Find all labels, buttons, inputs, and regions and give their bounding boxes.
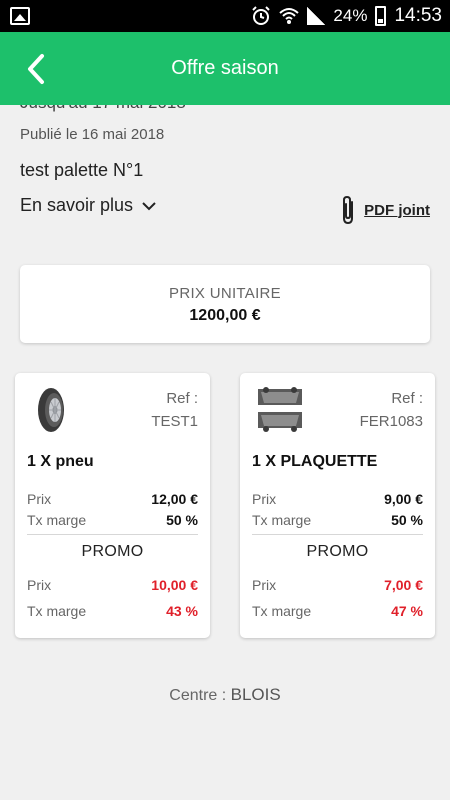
promo-price-value: 10,00 €	[151, 577, 198, 593]
product-card[interactable]: Ref : TEST1 1 X pneu Prix 12,00 € Tx mar…	[15, 373, 210, 638]
more-info-toggle[interactable]: En savoir plus	[20, 195, 157, 216]
promo-margin-value: 43 %	[166, 603, 198, 619]
alarm-icon	[252, 6, 271, 25]
page-title: Offre saison	[171, 57, 279, 79]
offer-content: Jusqu'au 17 mai 2018 Publié le 16 mai 20…	[0, 105, 450, 800]
price-label: Prix	[252, 491, 277, 507]
promo-margin-value: 47 %	[391, 603, 423, 619]
margin-row: Tx marge 50 %	[27, 512, 198, 528]
margin-row: Tx marge 50 %	[252, 512, 423, 528]
back-arrow-icon[interactable]	[22, 52, 52, 86]
margin-label: Tx marge	[27, 512, 87, 528]
tire-icon	[38, 388, 64, 432]
centre-label: Centre :	[169, 687, 227, 704]
price-row: Prix 12,00 €	[27, 491, 198, 507]
centre-city: BLOIS	[230, 685, 281, 704]
ref-label: Ref :	[391, 390, 423, 407]
pdf-attachment-link[interactable]: PDF joint	[338, 194, 430, 226]
promo-heading: PROMO	[81, 543, 144, 560]
promo-heading: PROMO	[306, 543, 369, 560]
promo-margin-label: Tx marge	[27, 603, 87, 619]
product-name: 1 X pneu	[27, 453, 94, 470]
offer-published-date: Publié le 16 mai 2018	[20, 126, 165, 143]
offer-title: test palette N°1	[20, 160, 144, 180]
ref-value: TEST1	[151, 413, 198, 430]
promo-price-value: 7,00 €	[384, 577, 423, 593]
centre-info: Centre : BLOIS	[0, 685, 450, 705]
product-ref: Ref : FER1083	[360, 387, 423, 433]
unit-price-value: 1200,00 €	[189, 307, 261, 324]
promo-margin-label: Tx marge	[252, 603, 312, 619]
divider	[252, 534, 423, 535]
wifi-icon	[279, 8, 300, 24]
unit-price-label: PRIX UNITAIRE	[169, 285, 281, 302]
promo-margin-row: Tx marge 47 %	[252, 603, 423, 619]
status-bar: 24% 14:53	[0, 0, 450, 32]
status-time: 14:53	[394, 5, 442, 26]
margin-value: 50 %	[166, 512, 198, 528]
margin-label: Tx marge	[252, 512, 312, 528]
price-label: Prix	[27, 491, 52, 507]
ref-label: Ref :	[166, 390, 198, 407]
promo-price-row: Prix 7,00 €	[252, 577, 423, 593]
battery-percent: 24%	[333, 6, 368, 25]
promo-price-label: Prix	[27, 577, 52, 593]
price-value: 12,00 €	[151, 491, 198, 507]
app-bar: Offre saison	[0, 32, 450, 105]
more-info-label: En savoir plus	[20, 195, 134, 215]
paperclip-icon	[343, 195, 354, 225]
signal-icon	[307, 7, 326, 25]
product-name: 1 X PLAQUETTE	[252, 453, 378, 470]
status-bar-right: 24% 14:53	[251, 0, 442, 32]
chevron-down-icon	[142, 201, 156, 210]
product-card[interactable]: Ref : FER1083 1 X PLAQUETTE Prix 9,00 € …	[240, 373, 435, 638]
promo-price-label: Prix	[252, 577, 277, 593]
offer-valid-until: Jusqu'au 17 mai 2018	[20, 105, 186, 113]
gallery-notification-icon	[10, 7, 30, 25]
divider	[27, 534, 198, 535]
margin-value: 50 %	[391, 512, 423, 528]
price-value: 9,00 €	[384, 491, 423, 507]
promo-price-row: Prix 10,00 €	[27, 577, 198, 593]
product-ref: Ref : TEST1	[151, 387, 198, 433]
price-row: Prix 9,00 €	[252, 491, 423, 507]
battery-icon	[375, 6, 387, 26]
pdf-attachment-label: PDF joint	[364, 201, 430, 219]
ref-value: FER1083	[359, 413, 423, 430]
unit-price-card: PRIX UNITAIRE 1200,00 €	[20, 265, 430, 343]
promo-margin-row: Tx marge 43 %	[27, 603, 198, 619]
brake-pads-icon	[258, 387, 302, 432]
